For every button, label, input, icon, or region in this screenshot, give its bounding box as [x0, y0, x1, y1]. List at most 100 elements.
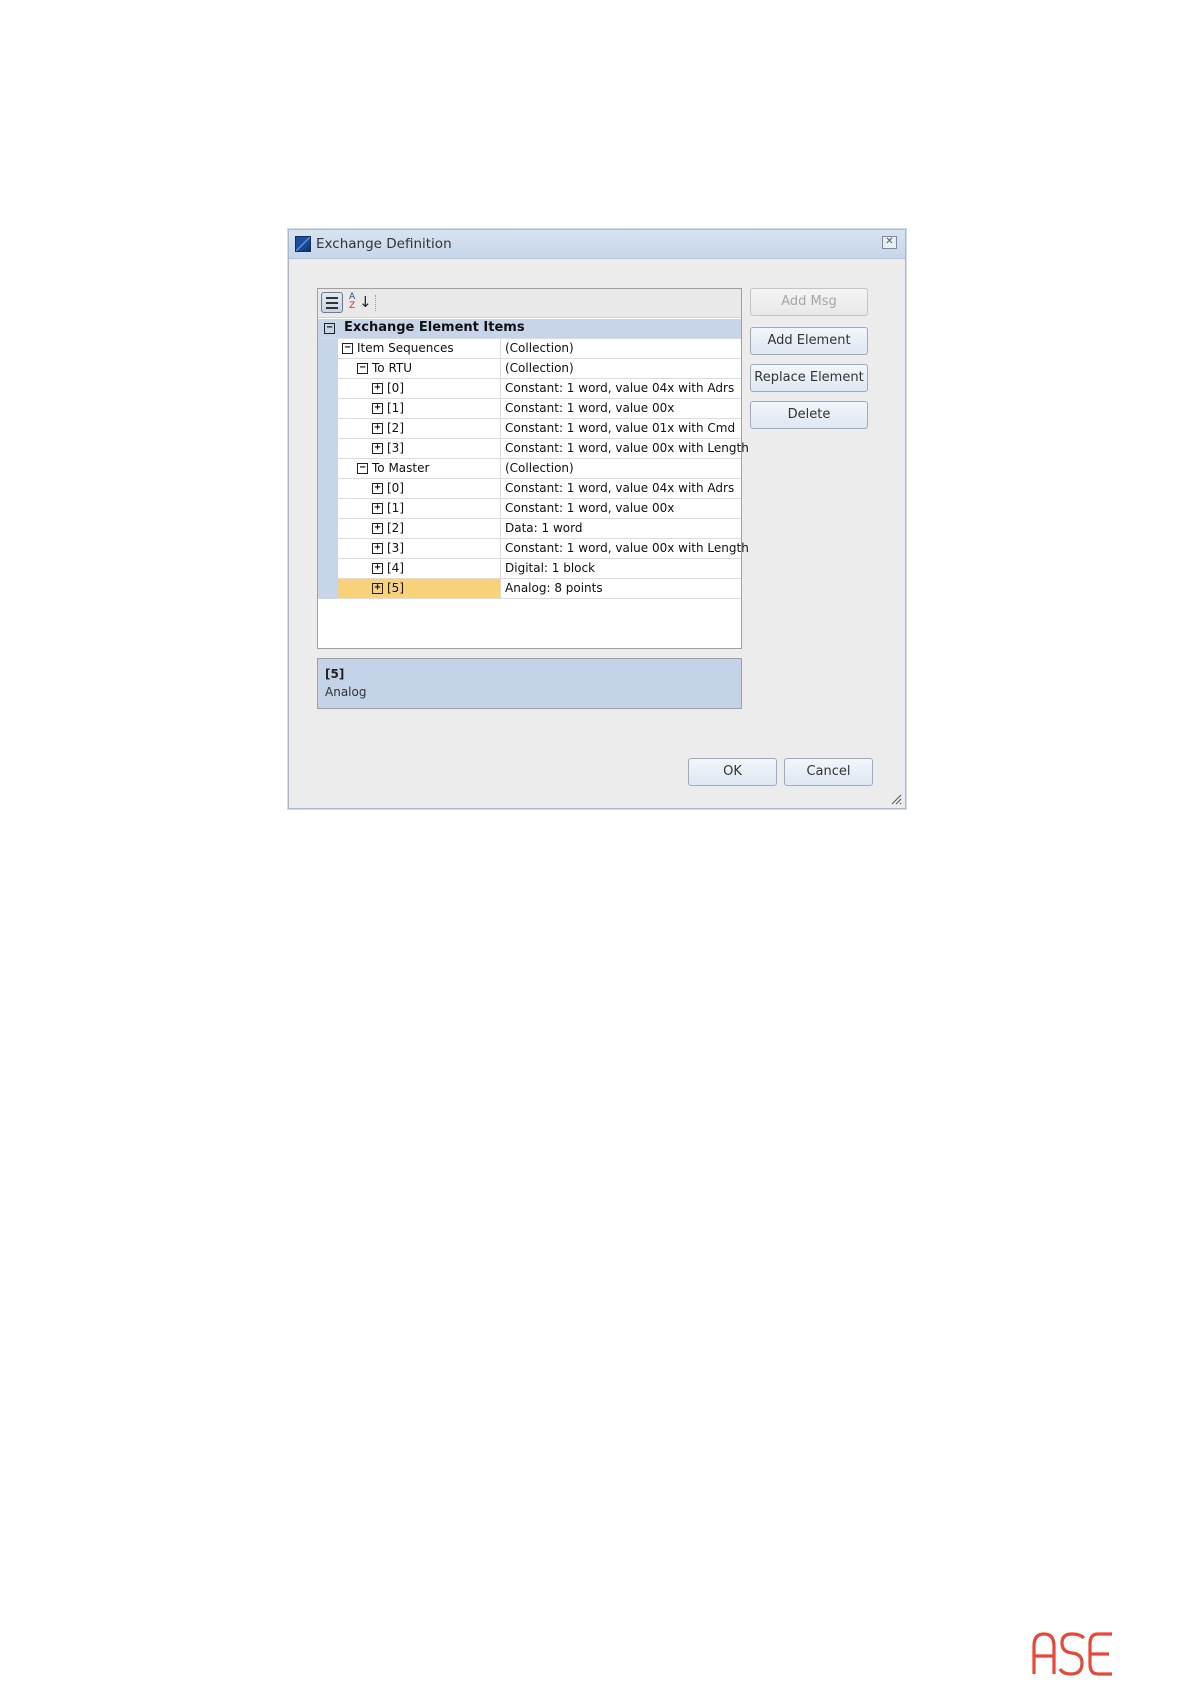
close-icon[interactable]: ✕	[882, 236, 897, 249]
add-msg-button[interactable]: Add Msg	[750, 288, 868, 316]
row-gutter	[318, 459, 338, 479]
app-icon	[295, 236, 311, 252]
replace-element-button[interactable]: Replace Element	[750, 364, 868, 392]
collapse-icon[interactable]: −	[357, 463, 368, 474]
categorized-view-icon[interactable]	[321, 292, 343, 313]
row-gutter	[318, 479, 338, 499]
property-name: [4]	[387, 561, 404, 575]
resize-grip-icon[interactable]	[890, 793, 902, 805]
property-row[interactable]: + [1] Constant: 1 word, value 00x	[318, 399, 741, 419]
property-grid: A Z ↓ − Exchange Element Items − Item Seq…	[317, 288, 749, 649]
property-row[interactable]: − To Master (Collection)	[318, 459, 741, 479]
property-value[interactable]: (Collection)	[505, 461, 574, 475]
property-name-cell[interactable]: + [1]	[338, 499, 501, 518]
toolbar-separator	[375, 295, 377, 311]
dialog-title: Exchange Definition	[316, 236, 452, 252]
property-row[interactable]: − Item Sequences (Collection)	[318, 339, 741, 359]
property-name: [0]	[387, 481, 404, 495]
property-name-cell[interactable]: − Item Sequences	[338, 339, 501, 358]
expand-icon[interactable]: +	[372, 563, 383, 574]
property-value[interactable]: Constant: 1 word, value 04x with Adrs	[505, 381, 734, 395]
property-row[interactable]: − To RTU (Collection)	[318, 359, 741, 379]
property-name: Item Sequences	[357, 341, 454, 355]
property-row[interactable]: + [2] Constant: 1 word, value 01x with Cmd	[318, 419, 741, 439]
expand-icon[interactable]: +	[372, 383, 383, 394]
row-gutter	[318, 579, 338, 599]
property-grid-toolbar: A Z ↓	[318, 289, 741, 318]
description-panel: [5] Analog	[317, 658, 742, 709]
property-name: [2]	[387, 421, 404, 435]
collapse-icon[interactable]: −	[324, 323, 335, 334]
expand-icon[interactable]: +	[372, 403, 383, 414]
property-name: [5]	[387, 581, 404, 595]
row-gutter	[318, 399, 338, 419]
expand-icon[interactable]: +	[372, 583, 383, 594]
description-title: [5]	[325, 667, 345, 681]
property-name: [2]	[387, 521, 404, 535]
property-name: [0]	[387, 381, 404, 395]
property-value[interactable]: (Collection)	[505, 361, 574, 375]
property-name: To RTU	[372, 361, 413, 375]
property-name-cell[interactable]: + [3]	[338, 539, 501, 558]
property-row[interactable]: + [0] Constant: 1 word, value 04x with Adr…	[318, 379, 741, 399]
property-name-cell[interactable]: + [3]	[338, 439, 501, 458]
property-row[interactable]: + [3] Constant: 1 word, value 00x with Len…	[318, 539, 749, 559]
property-name-cell[interactable]: + [2]	[338, 419, 501, 438]
property-row[interactable]: + [5] Analog: 8 points	[318, 579, 741, 599]
property-value[interactable]: Digital: 1 block	[505, 561, 595, 575]
row-gutter	[318, 499, 338, 519]
property-row[interactable]: + [2] Data: 1 word	[318, 519, 741, 539]
property-rows: − Exchange Element Items − Item Sequences…	[318, 319, 749, 599]
property-name-cell[interactable]: + [4]	[338, 559, 501, 578]
property-name-cell[interactable]: + [1]	[338, 399, 501, 418]
category-row[interactable]: − Exchange Element Items	[318, 319, 741, 339]
category-label: Exchange Element Items	[344, 320, 525, 335]
row-gutter	[318, 559, 338, 579]
property-row[interactable]: + [3] Constant: 1 word, value 00x with Len…	[318, 439, 749, 459]
expand-icon[interactable]: +	[372, 423, 383, 434]
row-gutter	[318, 379, 338, 399]
row-gutter	[318, 519, 338, 539]
property-name-cell[interactable]: − To Master	[338, 459, 501, 478]
property-value[interactable]: Constant: 1 word, value 00x	[505, 401, 674, 415]
property-name: [1]	[387, 401, 404, 415]
row-gutter	[318, 339, 338, 359]
property-value[interactable]: (Collection)	[505, 341, 574, 355]
ase-logo	[1032, 1632, 1112, 1676]
property-name-cell[interactable]: + [2]	[338, 519, 501, 538]
description-text: Analog	[325, 685, 367, 699]
expand-icon[interactable]: +	[372, 443, 383, 454]
delete-button[interactable]: Delete	[750, 401, 868, 429]
cancel-button[interactable]: Cancel	[784, 758, 873, 786]
property-value[interactable]: Data: 1 word	[505, 521, 582, 535]
property-value[interactable]: Analog: 8 points	[505, 581, 603, 595]
property-name-cell[interactable]: + [0]	[338, 479, 501, 498]
property-value[interactable]: Constant: 1 word, value 04x with Adrs	[505, 481, 734, 495]
collapse-icon[interactable]: −	[357, 363, 368, 374]
property-row[interactable]: + [0] Constant: 1 word, value 04x with Adr…	[318, 479, 741, 499]
add-element-button[interactable]: Add Element	[750, 327, 868, 355]
property-name-cell[interactable]: − To RTU	[338, 359, 501, 378]
expand-icon[interactable]: +	[372, 503, 383, 514]
property-name: To Master	[372, 461, 430, 475]
property-value[interactable]: Constant: 1 word, value 00x with Length	[505, 541, 749, 555]
property-name: [1]	[387, 501, 404, 515]
alphabetical-sort-icon[interactable]: A Z ↓	[349, 293, 372, 313]
title-bar[interactable]: Exchange Definition ✕	[289, 230, 905, 259]
expand-icon[interactable]: +	[372, 543, 383, 554]
property-value[interactable]: Constant: 1 word, value 01x with Cmd	[505, 421, 735, 435]
property-name-cell[interactable]: + [5]	[338, 579, 501, 598]
expand-icon[interactable]: +	[372, 483, 383, 494]
property-row[interactable]: + [1] Constant: 1 word, value 00x	[318, 499, 741, 519]
property-name-cell[interactable]: + [0]	[338, 379, 501, 398]
collapse-icon[interactable]: −	[342, 343, 353, 354]
property-row[interactable]: + [4] Digital: 1 block	[318, 559, 741, 579]
ok-button[interactable]: OK	[688, 758, 777, 786]
row-gutter	[318, 419, 338, 439]
property-value[interactable]: Constant: 1 word, value 00x	[505, 501, 674, 515]
row-gutter	[318, 539, 338, 559]
property-value[interactable]: Constant: 1 word, value 00x with Length	[505, 441, 749, 455]
expand-icon[interactable]: +	[372, 523, 383, 534]
row-gutter	[318, 439, 338, 459]
property-name: [3]	[387, 441, 404, 455]
